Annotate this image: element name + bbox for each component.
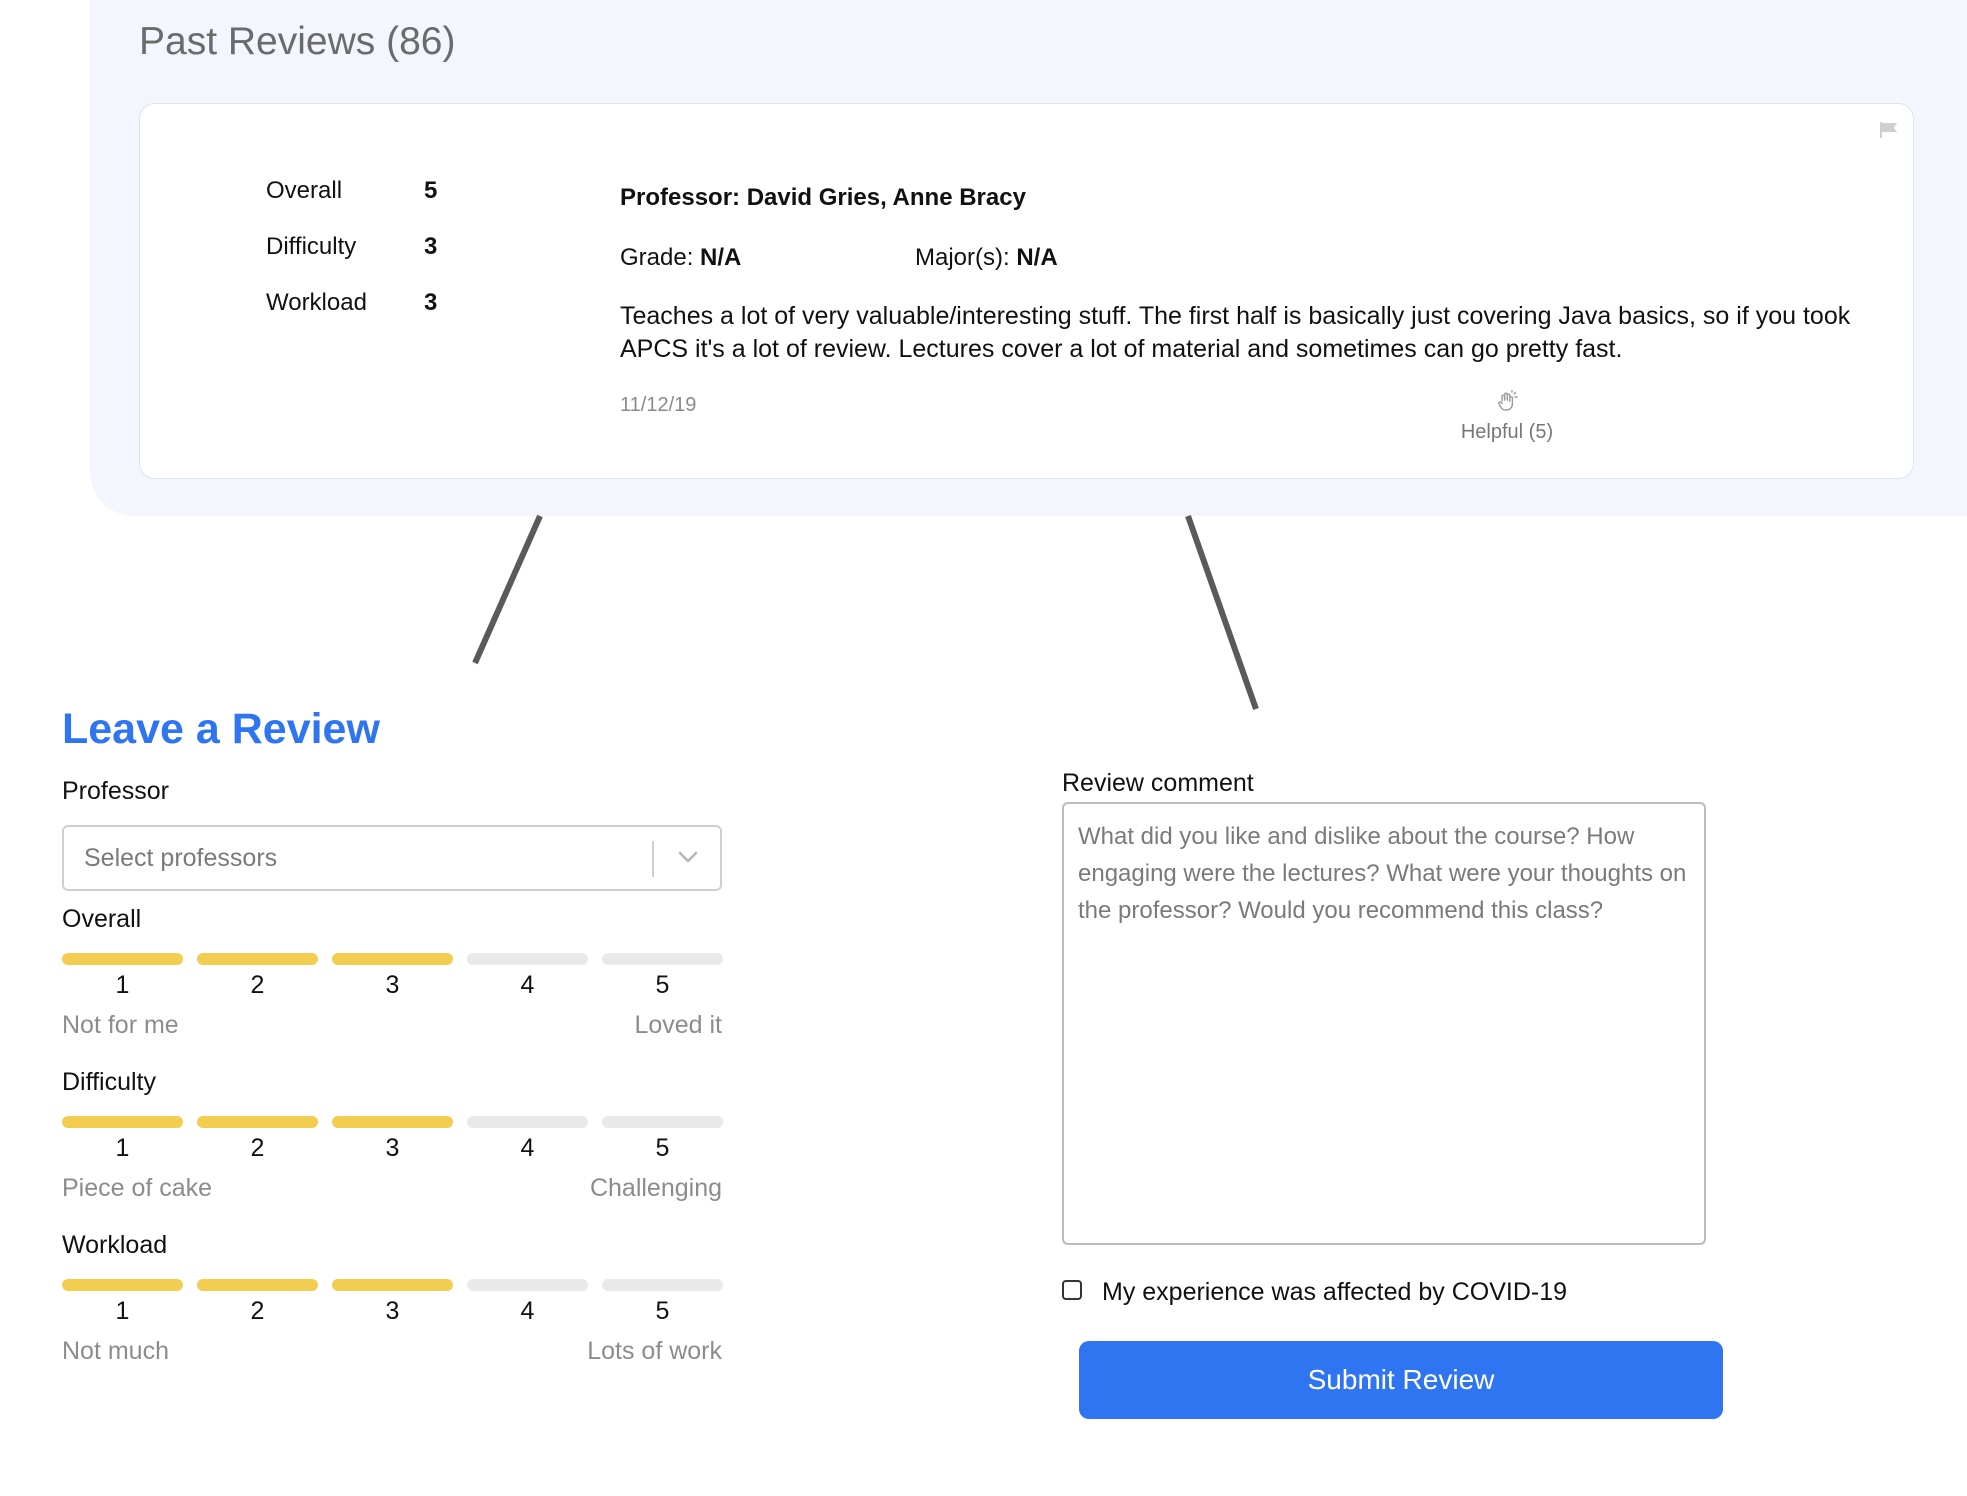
past-reviews-panel: Past Reviews (86) Overall 5 Difficulty 3 W… xyxy=(90,0,1967,516)
flag-icon[interactable] xyxy=(1879,122,1899,143)
review-card: Overall 5 Difficulty 3 Workload 3 Professor… xyxy=(139,103,1914,479)
overall-scale: 1 2 3 4 5 Not for me Loved it xyxy=(62,953,723,1063)
review-comment-textarea[interactable] xyxy=(1062,802,1706,1245)
scale-number: 1 xyxy=(115,1134,130,1162)
rating-row-difficulty: Difficulty 3 xyxy=(266,233,437,261)
scale-number: 1 xyxy=(115,971,130,999)
professor-label: Professor xyxy=(62,777,169,805)
professor-label: Professor: xyxy=(620,184,741,211)
workload-bar-5[interactable] xyxy=(602,1279,723,1291)
rating-label: Workload xyxy=(266,289,367,316)
review-majors: Major(s): N/A xyxy=(915,244,1058,272)
scale-number: 3 xyxy=(385,971,400,999)
difficulty-bar-4[interactable] xyxy=(467,1116,588,1128)
professor-select[interactable]: Select professors xyxy=(62,825,722,891)
overall-bar-2[interactable] xyxy=(197,953,318,965)
workload-bar-4[interactable] xyxy=(467,1279,588,1291)
covid-label: My experience was affected by COVID-19 xyxy=(1102,1278,1568,1306)
rating-label: Difficulty xyxy=(266,233,357,260)
difficulty-bar-2[interactable] xyxy=(197,1116,318,1128)
professor-select-placeholder: Select professors xyxy=(84,844,278,872)
chevron-down-icon[interactable] xyxy=(676,845,700,874)
scale-number: 4 xyxy=(520,971,535,999)
scale-low-label: Not for me xyxy=(62,1011,179,1039)
overall-bar-1[interactable] xyxy=(62,953,183,965)
rating-value: 3 xyxy=(424,289,438,316)
overall-bar-3[interactable] xyxy=(332,953,453,965)
review-grade: Grade: N/A xyxy=(620,244,741,272)
workload-label: Workload xyxy=(62,1231,168,1259)
scale-number: 3 xyxy=(385,1297,400,1325)
past-reviews-title: Past Reviews (86) xyxy=(139,20,456,63)
difficulty-bar-3[interactable] xyxy=(332,1116,453,1128)
review-text: Teaches a lot of very valuable/interesti… xyxy=(620,302,1851,363)
scale-low-label: Piece of cake xyxy=(62,1174,213,1202)
difficulty-bar-1[interactable] xyxy=(62,1116,183,1128)
rating-value: 5 xyxy=(424,177,438,204)
scale-number: 4 xyxy=(520,1134,535,1162)
clapping-hand-icon xyxy=(1495,389,1519,418)
scale-number: 2 xyxy=(250,1297,265,1325)
scale-low-label: Not much xyxy=(62,1337,169,1365)
majors-label: Major(s): xyxy=(915,244,1010,271)
scale-number: 5 xyxy=(655,1297,670,1325)
helpful-button[interactable]: Helpful (5) xyxy=(1447,389,1567,444)
majors-value: N/A xyxy=(1016,244,1058,271)
workload-bar-2[interactable] xyxy=(197,1279,318,1291)
scale-number: 3 xyxy=(385,1134,400,1162)
professor-value: David Gries, Anne Bracy xyxy=(746,184,1026,211)
grade-label: Grade: xyxy=(620,244,694,271)
difficulty-bar-5[interactable] xyxy=(602,1116,723,1128)
review-professor: Professor: David Gries, Anne Bracy xyxy=(620,184,1026,212)
scale-high-label: Challenging xyxy=(589,1174,722,1202)
submit-review-button[interactable]: Submit Review xyxy=(1079,1341,1723,1419)
scale-number: 2 xyxy=(250,971,265,999)
workload-bar-3[interactable] xyxy=(332,1279,453,1291)
rating-value: 3 xyxy=(424,233,438,260)
difficulty-scale: 1 2 3 4 5 Piece of cake Challenging xyxy=(62,1116,723,1226)
scale-number: 4 xyxy=(520,1297,535,1325)
workload-scale: 1 2 3 4 5 Not much Lots of work xyxy=(62,1279,723,1389)
scale-number: 1 xyxy=(115,1297,130,1325)
rating-row-overall: Overall 5 xyxy=(266,177,437,205)
helpful-label: Helpful (5) xyxy=(1460,421,1554,443)
scale-number: 5 xyxy=(655,1134,670,1162)
scale-number: 2 xyxy=(250,1134,265,1162)
workload-bar-1[interactable] xyxy=(62,1279,183,1291)
scale-high-label: Lots of work xyxy=(587,1337,722,1365)
review-date: 11/12/19 xyxy=(620,394,697,416)
rating-row-workload: Workload 3 xyxy=(266,289,437,317)
scale-number: 5 xyxy=(655,971,670,999)
overall-label: Overall xyxy=(62,905,142,933)
leave-review-title: Leave a Review xyxy=(62,705,380,753)
review-comment-label: Review comment xyxy=(1062,769,1254,797)
grade-value: N/A xyxy=(700,244,742,271)
overall-bar-4[interactable] xyxy=(467,953,588,965)
select-separator xyxy=(652,841,654,877)
difficulty-label: Difficulty xyxy=(62,1068,157,1096)
covid-checkbox[interactable] xyxy=(1062,1280,1082,1300)
overall-bar-5[interactable] xyxy=(602,953,723,965)
scale-high-label: Loved it xyxy=(634,1011,722,1039)
rating-label: Overall xyxy=(266,177,343,204)
